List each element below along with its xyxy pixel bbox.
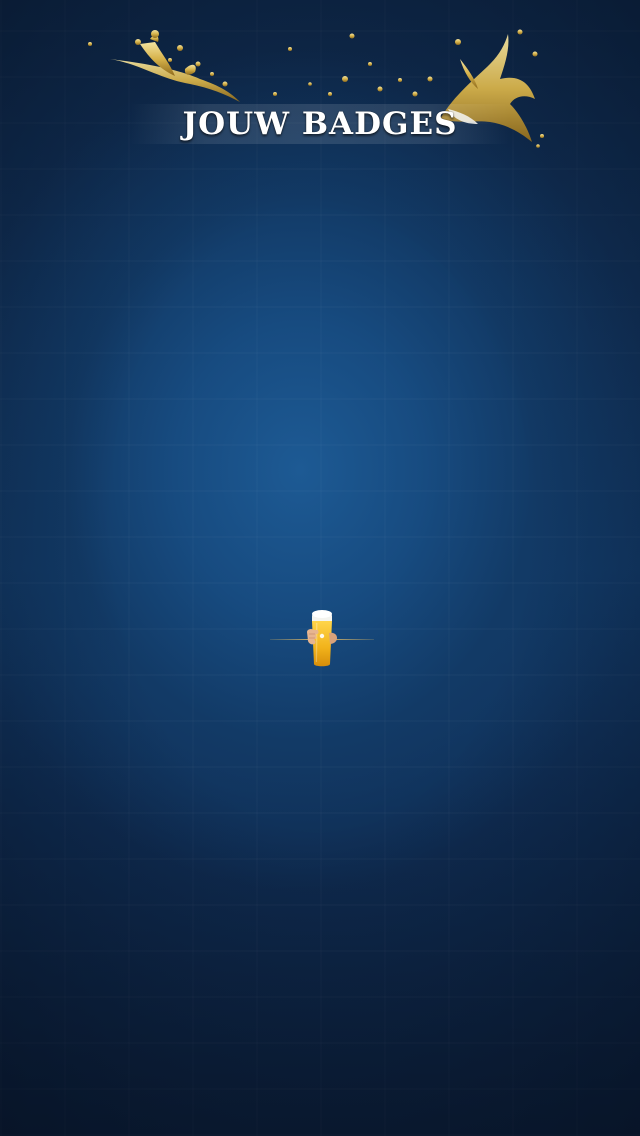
loader-line-right — [336, 639, 374, 640]
loading-indicator — [270, 606, 374, 670]
loader-line-left — [270, 639, 308, 640]
header: JOUW BADGES — [0, 0, 640, 160]
background-vignette — [0, 0, 640, 1136]
background-texture — [0, 0, 640, 1136]
beer-glass-icon — [307, 610, 337, 667]
page-title: JOUW BADGES — [182, 106, 458, 142]
